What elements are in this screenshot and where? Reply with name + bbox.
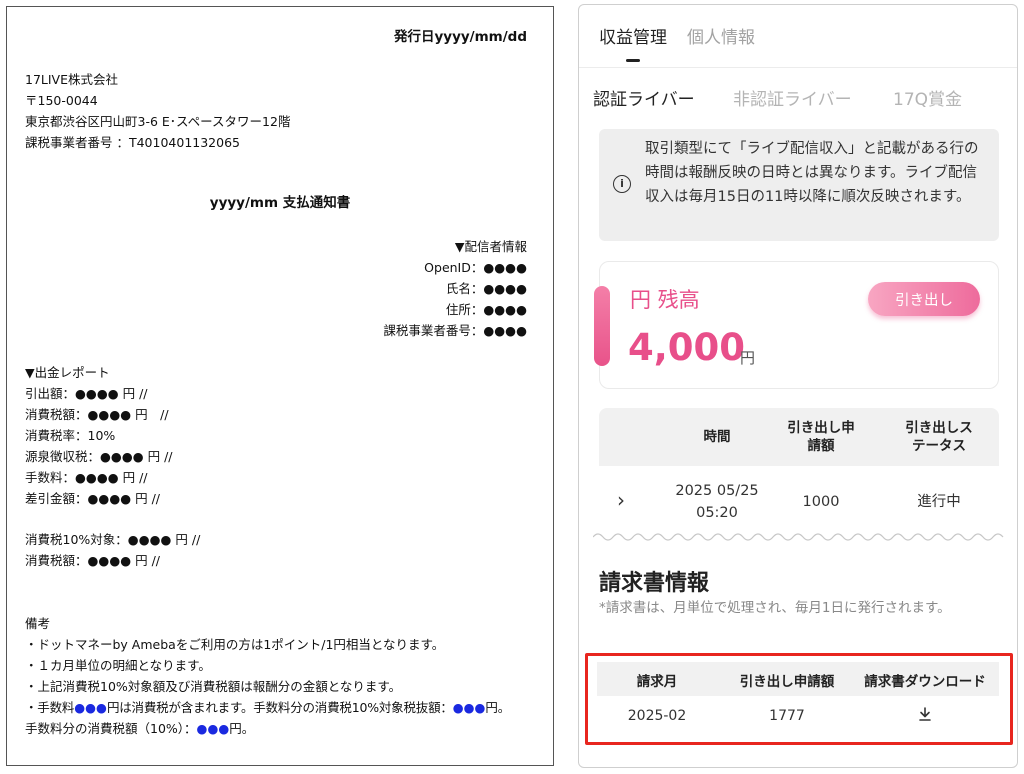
notes-line-5: 手数料分の消費税額（10%）：●●●円。 xyxy=(25,718,254,739)
company-name: 17LIVE株式会社 xyxy=(25,72,119,87)
notes-line-5-b: 円。 xyxy=(229,721,255,736)
header-withdraw-amount: 引き出し申請額 xyxy=(787,420,855,454)
notes-line-4-a: ・手数料 xyxy=(25,700,75,715)
subtab-17q-prize[interactable]: 17Q賞金 xyxy=(893,85,962,110)
streamer-address: 住所：●●●● xyxy=(445,302,527,317)
streamer-tax-id: 課税事業者番号：●●●● xyxy=(383,323,527,338)
notes-line-5-a: 手数料分の消費税額（10%）： xyxy=(25,721,197,736)
report-withdrawal: 引出額：●●●● 円 // xyxy=(25,386,148,401)
notes-masked-fee-tax: ●●● xyxy=(196,721,230,736)
header-withdraw-status: 引き出しステータス xyxy=(905,420,973,454)
notice-text: 取引類型にて「ライブ配信収入」と記載がある行の時間は報酬反映の日時とは異なります… xyxy=(645,141,979,205)
streamer-name: 氏名：●●●● xyxy=(445,281,527,296)
notes-line-4: ・手数料●●●円は消費税が含まれます。手数料分の消費税10%対象税抜額：●●●円… xyxy=(25,697,510,718)
notes-line-3: ・上記消費税10%対象額及び消費税額は報酬分の金額となります。 xyxy=(25,679,402,694)
tab-divider xyxy=(579,67,1017,68)
streamer-openid: OpenID：●●●● xyxy=(424,260,527,275)
notes-masked-taxable: ●●● xyxy=(452,700,486,715)
report-consumption-tax: 消費税額：●●●● 円 // xyxy=(25,407,169,422)
header-time: 時間 xyxy=(703,429,731,445)
subtab-verified-liver[interactable]: 認証ライバー xyxy=(593,85,695,110)
report-withholding-tax: 源泉徴収税：●●●● 円 // xyxy=(25,449,173,464)
report-taxable-amount: 消費税10%対象：●●●● 円 // xyxy=(25,532,201,547)
report-tax-amount: 消費税額：●●●● 円 // xyxy=(25,553,160,568)
company-tax-id: 課税事業者番号 ：T4010401132065 xyxy=(25,135,240,150)
notes-heading: 備考 xyxy=(25,616,51,631)
company-postal: 〒150-0044 xyxy=(25,93,98,108)
row-status: 進行中 xyxy=(917,494,961,510)
withdraw-button[interactable]: 引き出し xyxy=(868,282,980,316)
notes-line-4-c: 円。 xyxy=(485,700,511,715)
balance-label: 円 残高 xyxy=(630,288,700,312)
invoice-section-note: *請求書は、月単位で処理され、毎月1日に発行されます。 xyxy=(599,600,951,616)
active-tab-indicator xyxy=(626,59,640,62)
company-address: 東京都渋谷区円山町3-6 E･スペースタワー12階 xyxy=(25,114,291,129)
chevron-right-icon[interactable]: › xyxy=(617,488,625,512)
notes-line-2: ・１カ月単位の明細となります。 xyxy=(25,658,211,673)
issue-date: 発行日yyyy/mm/dd xyxy=(393,29,527,45)
notes-line-4-b: 円は消費税が含まれます。手数料分の消費税10%対象税抜額： xyxy=(106,700,453,715)
info-icon: i xyxy=(613,175,631,193)
subtab-unverified-liver[interactable]: 非認証ライバー xyxy=(733,85,852,110)
tab-personal-info[interactable]: 個人情報 xyxy=(687,23,755,48)
balance-unit: 円 xyxy=(740,349,756,367)
torn-edge-divider xyxy=(593,533,1004,541)
balance-card: 円 残高 引き出し 4,000 円 xyxy=(594,261,999,389)
notes-masked-fee: ●●● xyxy=(74,700,107,715)
invoice-section-title: 請求書情報 xyxy=(599,571,710,596)
row-time: 05:20 xyxy=(696,505,738,520)
document-title: yyyy/mm 支払通知書 xyxy=(209,195,351,211)
balance-accent-strip xyxy=(594,286,610,366)
report-fee: 手数料：●●●● 円 // xyxy=(25,470,148,485)
payment-notice-document: 発行日yyyy/mm/dd 17LIVE株式会社 〒150-0044 東京都渋谷… xyxy=(6,6,554,766)
notice-box: i 取引類型にて「ライブ配信収入」と記載がある行の時間は報酬反映の日時とは異なり… xyxy=(599,129,999,241)
row-amount: 1000 xyxy=(802,494,840,510)
revenue-management-screen: 収益管理 個人情報 認証ライバー 非認証ライバー 17Q賞金 i 取引類型にて「… xyxy=(578,4,1018,768)
report-heading: ▼出金レポート xyxy=(25,365,110,380)
balance-amount: 4,000 xyxy=(628,326,746,369)
report-tax-rate: 消費税率：10% xyxy=(25,428,116,443)
withdrawal-history-table: 時間 引き出し申請額 引き出しステータス › 2025 05/25 05:20 … xyxy=(599,408,999,520)
row-date: 2025 05/25 xyxy=(675,483,759,499)
invoice-highlight-box xyxy=(585,653,1013,745)
notes-line-1: ・ドットマネーby Amebaをご利用の方は1ポイント/1円相当となります。 xyxy=(25,637,445,652)
report-net-amount: 差引金額：●●●● 円 // xyxy=(25,491,160,506)
streamer-heading: ▼配信者情報 xyxy=(454,239,527,254)
tab-revenue-management[interactable]: 収益管理 xyxy=(599,23,667,48)
